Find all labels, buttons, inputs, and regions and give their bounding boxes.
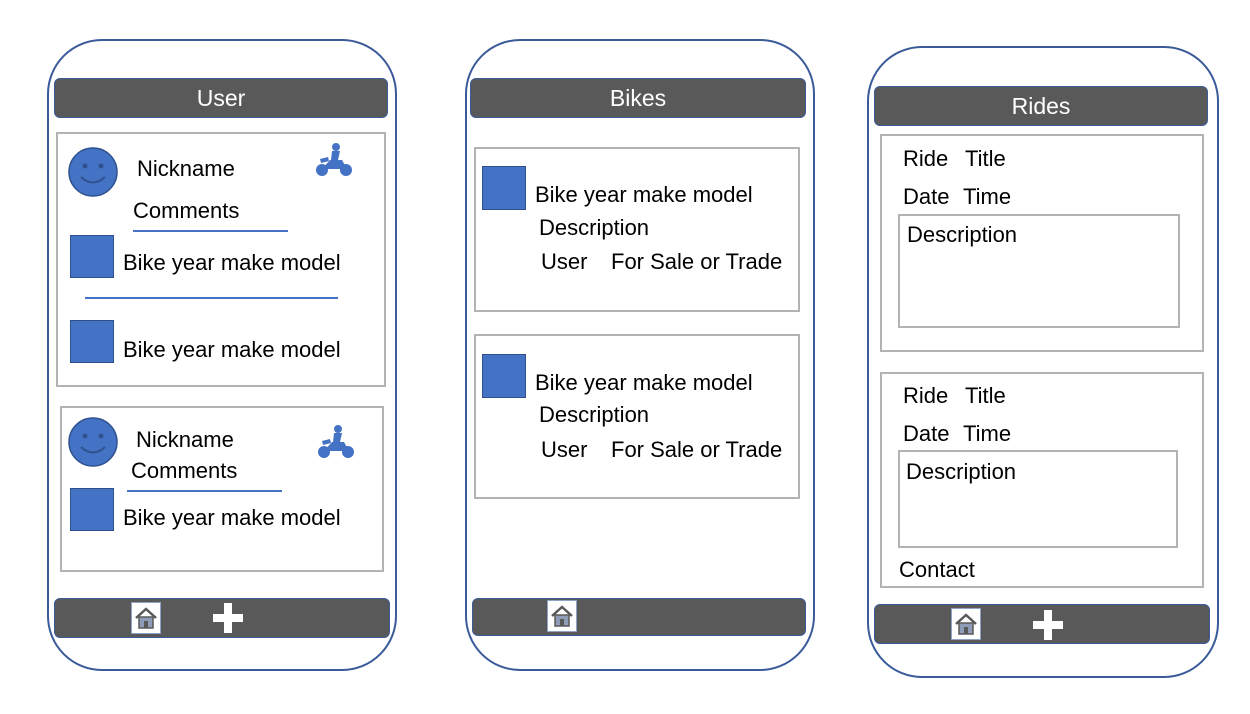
bikes-header: Bikes (470, 78, 806, 118)
divider (127, 490, 282, 492)
bike-title[interactable]: Bike year make model (535, 372, 753, 394)
bike-title[interactable]: Bike year make model (123, 507, 341, 529)
date-label: Date (903, 184, 950, 209)
bike-title[interactable]: Bike year make model (123, 252, 341, 274)
bike-title[interactable]: Bike year make model (123, 339, 341, 361)
home-icon[interactable] (951, 608, 981, 640)
bike-thumbnail[interactable] (482, 166, 526, 210)
time-label: Time (963, 184, 1012, 209)
avatar-smiley-icon (67, 146, 119, 198)
nickname-label: Nickname (136, 427, 234, 452)
page-title: Bikes (609, 85, 667, 111)
sale-status: For Sale or Trade (611, 249, 783, 274)
bikes-bottom-bar (472, 598, 806, 636)
motorcycle-rider-icon[interactable] (316, 424, 356, 460)
bike-title[interactable]: Bike year make model (535, 184, 753, 206)
description-text: Description (539, 215, 650, 240)
user-link[interactable]: User (541, 439, 587, 461)
bike-thumbnail[interactable] (70, 320, 114, 363)
add-button[interactable] (213, 603, 243, 633)
time-label: Time (963, 421, 1012, 446)
description-text: Description (907, 222, 1018, 247)
rides-header: Rides (874, 86, 1208, 126)
comments-label: Comments (131, 458, 238, 483)
ride-title: Title (965, 146, 1006, 171)
ride-label: Ride (903, 146, 949, 171)
user-header: User (54, 78, 388, 118)
description-text: Description (539, 402, 650, 427)
add-button[interactable] (1033, 610, 1063, 640)
page-title: User (196, 85, 246, 111)
bike-thumbnail[interactable] (482, 354, 526, 398)
user-link[interactable]: User (541, 251, 587, 273)
bike-thumbnail[interactable] (70, 235, 114, 278)
date-label: Date (903, 421, 950, 446)
page-title: Rides (1011, 93, 1071, 119)
comments-label: Comments (133, 198, 240, 223)
sale-status: For Sale or Trade (611, 437, 783, 462)
nickname-label: Nickname (137, 156, 235, 181)
home-icon[interactable] (547, 600, 577, 632)
contact-link[interactable]: Contact (899, 559, 975, 581)
motorcycle-rider-icon[interactable] (314, 142, 354, 178)
ride-title: Title (965, 383, 1006, 408)
bike-thumbnail[interactable] (70, 488, 114, 531)
divider (133, 230, 288, 232)
avatar-smiley-icon (67, 416, 119, 468)
divider (85, 297, 338, 299)
ride-label: Ride (903, 383, 949, 408)
description-text: Description (906, 459, 1017, 484)
home-icon[interactable] (131, 602, 161, 634)
